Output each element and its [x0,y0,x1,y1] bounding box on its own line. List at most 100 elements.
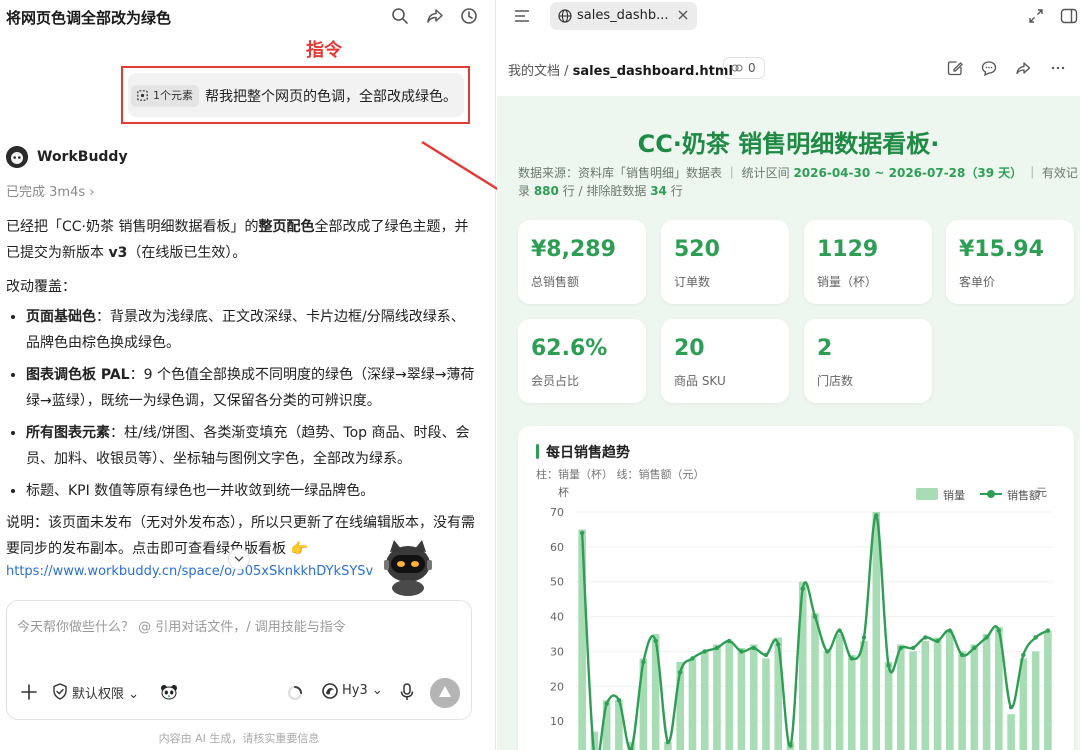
list-item: 页面基础色：背景改为浅绿底、正文改深绿、卡片边框/分隔线改绿系、品牌色由棕色换成… [26,304,476,356]
globe-icon [558,9,572,23]
line-point [579,530,585,536]
workbuddy-avatar [6,146,28,168]
kpi-card-avg-order: ¥15.94 客单价 [946,220,1074,304]
bar [958,651,966,750]
line-point [751,645,756,651]
y-tick-label: 60 [550,541,564,554]
kpi-label: 销量（杯） [817,275,878,289]
line-point [702,649,707,654]
side-panel-icon[interactable] [1060,8,1078,24]
line-point [616,698,622,703]
tab-label: sales_dashb... [577,8,669,23]
line-point [910,645,916,651]
dashboard-meta: 数据来源：资料库「销售明细」数据表 ｜ 统计区间 2026-04-30 ~ 20… [518,166,1078,198]
legend-swatch-dot [987,490,995,498]
bot-name: WorkBuddy [37,149,128,165]
bar [1044,630,1052,750]
bar [921,640,930,750]
legend-label: 销量 [943,488,965,502]
line-point [604,701,609,706]
model-selector[interactable]: Hy3 ⌄ [322,683,383,699]
chevron-down-icon: ⌄ [371,683,383,698]
share-icon[interactable] [425,6,445,26]
task-status[interactable]: 已完成 3m4s › [6,181,94,200]
share-icon[interactable] [1015,60,1031,76]
bar [835,634,844,750]
assistant-message: 已经把「CC·奶茶 销售明细数据看板」的整页配色全部改成了绿色主题，并已提交为新… [6,214,476,562]
history-icon[interactable] [459,6,479,26]
expand-icon[interactable] [1028,8,1044,24]
kpi-label: 门店数 [817,374,854,388]
dashboard-link[interactable]: https://www.workbuddy.cn/space/o/505xSkn… [6,564,376,579]
ai-disclaimer: 内容由 AI 生成，请核实重要信息 [158,732,320,745]
kpi-card-sku: 20 商品 SKU [661,319,789,403]
line-point [972,645,977,651]
close-icon[interactable] [676,8,690,22]
kpi-label: 会员占比 [531,374,580,388]
composer-placeholder[interactable]: 今天帮你做些什么？ @ 引用对话文件，/ 调用技能与指令 [17,616,346,635]
daily-trend-chart-card: 每日销售趋势 柱：销量（杯） 线：销售额（元） 10 20 30 40 50 60 70 杯元… [518,426,1074,750]
chat-panel: 将网页色调全部改为绿色 指令 1个元素 帮我把整个网页的色调，全部改成绿色。 W… [0,0,496,750]
microphone-icon[interactable] [399,683,415,701]
bar [1007,714,1015,750]
plus-icon[interactable] [20,683,38,701]
kpi-card-stores: 2 门店数 [804,319,932,403]
panda-icon[interactable] [160,684,178,700]
send-button[interactable] [430,678,460,708]
message-coverage: 改动覆盖： [6,279,76,295]
line-point [861,635,867,640]
conversation-title: 将网页色调全部改为绿色 [6,9,172,27]
bar [884,661,893,750]
line-point [1045,628,1051,633]
line-point [1008,705,1014,710]
shield-check-icon [53,683,67,700]
kpi-label: 客单价 [959,275,996,289]
daily-trend-chart: 10203040506070杯 元销量 销售额 [550,485,1054,750]
annotation-command-label: 指令 [306,40,342,61]
line-point [874,513,879,518]
link-count-badge[interactable]: 0 [723,57,765,79]
bar [737,647,746,750]
line-point [923,635,928,640]
bar [847,654,856,750]
kpi-value: 62.6% [531,336,608,361]
bar [896,644,905,750]
kpi-card-member-ratio: 62.6% 会员占比 [518,319,646,403]
bar [688,658,697,750]
permission-selector[interactable]: 默认权限 ⌄ [52,683,139,702]
message-intro: 已经把「CC·奶茶 销售明细数据看板」的整页配色全部改成了绿色主题，并已提交为新… [6,219,469,261]
y-tick-label: 40 [550,611,564,624]
line-point [727,638,732,644]
bar [578,529,586,750]
dashboard-title: CC·奶茶 销售明细数据看板· [637,130,940,158]
search-icon[interactable] [390,6,410,26]
line-point [1033,635,1038,640]
dashboard-canvas: CC·奶茶 销售明细数据看板· 数据来源：资料库「销售明细」数据表 ｜ 统计区间… [497,96,1080,750]
y-tick-label: 20 [550,680,564,693]
list-item: 所有图表元素：柱/线/饼图、各类渐变填充（趋势、Top 商品、时段、会员、加料、… [26,420,476,472]
tab-sales-dashboard[interactable]: sales_dashb... [550,2,697,30]
list-item: 图表调色板 PAL：9 个色值全部换成不同明度的绿色（深绿→翠绿→薄荷绿→蓝绿）… [26,362,476,414]
breadcrumb-root[interactable]: 我的文档 [508,64,560,79]
line-point [898,645,903,651]
menu-icon[interactable] [513,8,531,24]
edit-icon[interactable] [947,60,963,76]
y-axis-label: 杯 [558,485,569,499]
more-icon[interactable] [1050,60,1066,76]
kpi-value: 1129 [817,237,879,262]
bar [713,644,721,750]
robot-cat-mascot-icon[interactable] [378,538,438,596]
chevron-right-icon: › [89,185,95,200]
line-point [677,670,683,675]
kpi-label: 总销售额 [531,275,580,289]
line-point [776,642,781,647]
bar [933,637,942,750]
kpi-value: ¥15.94 [959,237,1044,262]
change-list: 页面基础色：背景改为浅绿底、正文改深绿、卡片边框/分隔线改绿系、品牌色由棕色换成… [26,304,476,504]
kpi-value: 20 [674,336,705,361]
scroll-down-icon[interactable] [228,548,250,570]
model-label: Hy3 [342,683,368,698]
tab-bar: sales_dashb... [497,0,1080,34]
bar [823,651,832,750]
comment-icon[interactable] [981,60,997,76]
